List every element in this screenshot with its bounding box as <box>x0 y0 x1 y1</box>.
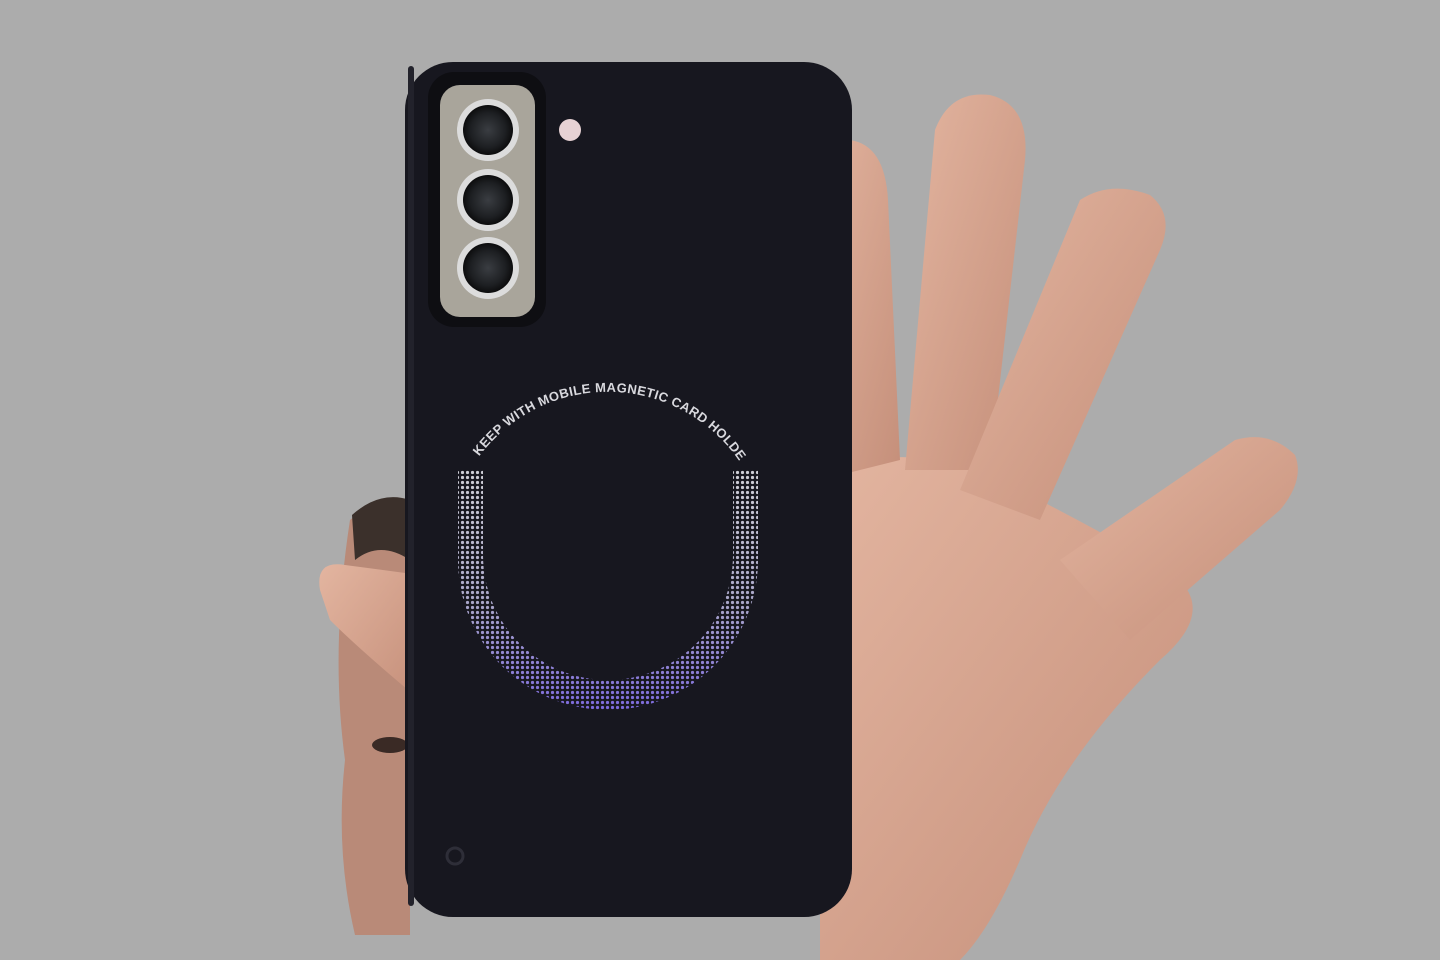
flash <box>559 119 581 141</box>
phone-case: KEEP WITH MOBILE MAGNETIC CARD HOLDER <box>0 0 852 917</box>
camera-lens-icon <box>457 99 519 299</box>
photo-scene: KEEP WITH MOBILE MAGNETIC CARD HOLDER <box>0 0 1298 960</box>
face-partial <box>338 497 410 935</box>
